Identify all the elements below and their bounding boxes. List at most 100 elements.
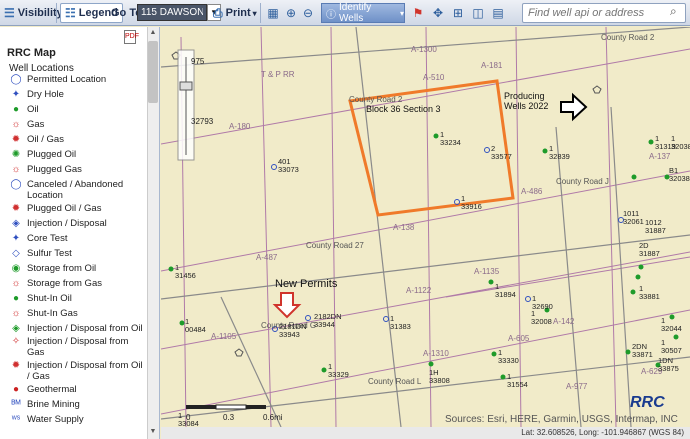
layers-icon: ☰ (4, 6, 15, 20)
well-label[interactable]: 1 31456 (175, 264, 196, 280)
legend-label: Permitted Location (27, 74, 107, 85)
well-api-id: 31887 (645, 226, 666, 235)
oil-well-icon (648, 139, 654, 145)
map-canvas[interactable]: T & P RR 975 32793 A-1300 A-510 A-181 A-… (161, 27, 690, 427)
legend-label: Plugged Oil (27, 149, 77, 160)
grid-icon[interactable]: ▦ (265, 5, 281, 21)
select-icon[interactable]: ◫ (470, 5, 486, 21)
well-number-label: 975 (191, 57, 205, 66)
legend-label: Geothermal (27, 384, 77, 395)
well-label[interactable]: 1 33881 (639, 285, 660, 301)
pdf-icon[interactable]: PDF (124, 30, 139, 44)
survey-label: A-605 (508, 334, 530, 343)
well-label[interactable]: 1 32690 (532, 295, 553, 311)
legend-symbol-icon: ◇ (12, 248, 20, 259)
producing-arrow-icon (560, 92, 588, 122)
zoom-slider[interactable] (177, 49, 195, 161)
well-label[interactable]: 2181DN 33943 (279, 323, 307, 339)
goto-input[interactable] (137, 4, 207, 21)
survey-label: A-1310 (423, 349, 449, 358)
well-label[interactable]: 2182DN 33944 (314, 313, 342, 329)
well-label[interactable]: 1 30507 (661, 339, 682, 355)
scroll-up-icon[interactable]: ▲ (148, 29, 158, 36)
toolbar: ☰ Visibility ☷ Legend Go To: ▾ ⎙ Print ▾… (0, 0, 690, 26)
well-label[interactable]: 1 32839 (549, 145, 570, 161)
well-label[interactable]: 2 33577 (491, 145, 512, 161)
legend-item: ● Geothermal (5, 384, 147, 395)
legend-label: Oil (27, 104, 39, 115)
survey-label: A-138 (393, 223, 415, 232)
well-api-id: 32061 (623, 217, 644, 226)
well-markers[interactable] (168, 51, 679, 380)
well-label[interactable]: 1 32038 (671, 135, 690, 151)
permitted-location-icon (525, 296, 531, 302)
well-id-label: 32793 (191, 117, 214, 126)
well-label[interactable]: 1 33916 (461, 195, 482, 211)
well-label[interactable]: 1H 33808 (429, 369, 450, 385)
producing-annotation: Producing Wells 2022 (504, 91, 549, 111)
zoom-out-icon[interactable]: ⊖ (300, 5, 316, 21)
well-label[interactable]: 1 32044 (661, 317, 682, 333)
zoom-in-icon[interactable]: ⊕ (283, 5, 299, 21)
legend-symbol-icon: ◯ (10, 179, 22, 190)
well-label[interactable]: B1 32038 (669, 167, 690, 183)
scrollbar-thumb[interactable] (148, 41, 158, 103)
road-label: County Road 2 (349, 95, 403, 104)
well-label[interactable]: 1 31894 (495, 283, 516, 299)
legend-item: ◉ Storage from Oil (5, 263, 147, 274)
well-label[interactable]: 2DN 33871 (632, 343, 653, 359)
list-icon: ☷ (65, 6, 76, 20)
bookmark-icon[interactable]: ▤ (490, 5, 506, 21)
legend-symbol-icon: ● (12, 293, 20, 304)
well-label[interactable]: 1011 32061 (623, 210, 644, 226)
well-label[interactable]: 1 33329 (328, 363, 349, 379)
search-input[interactable] (522, 3, 686, 23)
well-label[interactable]: 1012 31887 (645, 219, 666, 235)
pan-icon[interactable]: ✥ (430, 5, 446, 21)
legend-item: ◇ Sulfur Test (5, 248, 147, 259)
road-label: County Road J (556, 177, 609, 186)
well-label[interactable]: 1 31383 (390, 315, 411, 331)
well-label[interactable]: 1 32008 (531, 310, 552, 326)
well-label[interactable]: 401 33073 (278, 158, 299, 174)
oil-well-icon (542, 148, 548, 154)
legend-item: ✧ Injection / Disposal from Gas (5, 336, 147, 358)
legend-symbol-icon: ✺ (11, 149, 21, 160)
measure-icon[interactable]: ⊞ (450, 5, 466, 21)
legend-symbol-icon: ☼ (11, 119, 21, 130)
oil-well-icon (630, 289, 636, 295)
print-button[interactable]: ⎙ Print ▾ (213, 3, 257, 23)
panel-title: RRC Map (7, 47, 56, 59)
well-label[interactable]: 1 00484 (185, 318, 206, 334)
legend-label: Storage from Oil (27, 263, 97, 274)
well-label[interactable]: 1 31554 (507, 373, 528, 389)
oil-well-icon (179, 320, 185, 326)
well-label[interactable]: 1DN 33875 (658, 357, 679, 373)
visibility-button[interactable]: ☰ Visibility (4, 3, 63, 23)
well-label[interactable]: 2D 31887 (639, 242, 660, 258)
scroll-down-icon[interactable]: ▼ (148, 428, 158, 435)
permitted-location-icon (383, 316, 389, 322)
search-icon[interactable]: ⌕ (670, 4, 677, 19)
legend-label: Injection / Disposal (27, 218, 107, 229)
well-api-id: 32008 (531, 317, 552, 326)
legend-item: ◯ Canceled / Abandoned Location (5, 179, 147, 201)
new-permits-arrow-icon (272, 292, 302, 319)
permitted-location-icon (271, 164, 277, 170)
flag-icon[interactable]: ⚑ (410, 5, 426, 21)
legend-item: ● Shut-In Oil (5, 293, 147, 304)
identify-wells-button[interactable]: ⓘ Identify Wells ▾ (321, 2, 405, 24)
legend-symbol-icon: ✹ (11, 134, 21, 145)
legend-item: ☼ Plugged Gas (5, 164, 147, 175)
legend-symbol-icon: ☼ (11, 308, 21, 319)
legend-item: ✺ Plugged Oil (5, 149, 147, 160)
scale-label: 0 (186, 413, 191, 422)
oil-well-icon (631, 174, 637, 180)
legend-label: Storage from Gas (27, 278, 102, 289)
well-label[interactable]: 1 33234 (440, 131, 461, 147)
print-icon: ⎙ (213, 5, 223, 20)
well-label[interactable]: 1 33330 (498, 349, 519, 365)
rrc-logo: RRC (630, 394, 684, 424)
well-api-id: 33073 (278, 165, 299, 174)
legend-label: Injection / Disposal from Oil (27, 323, 143, 334)
